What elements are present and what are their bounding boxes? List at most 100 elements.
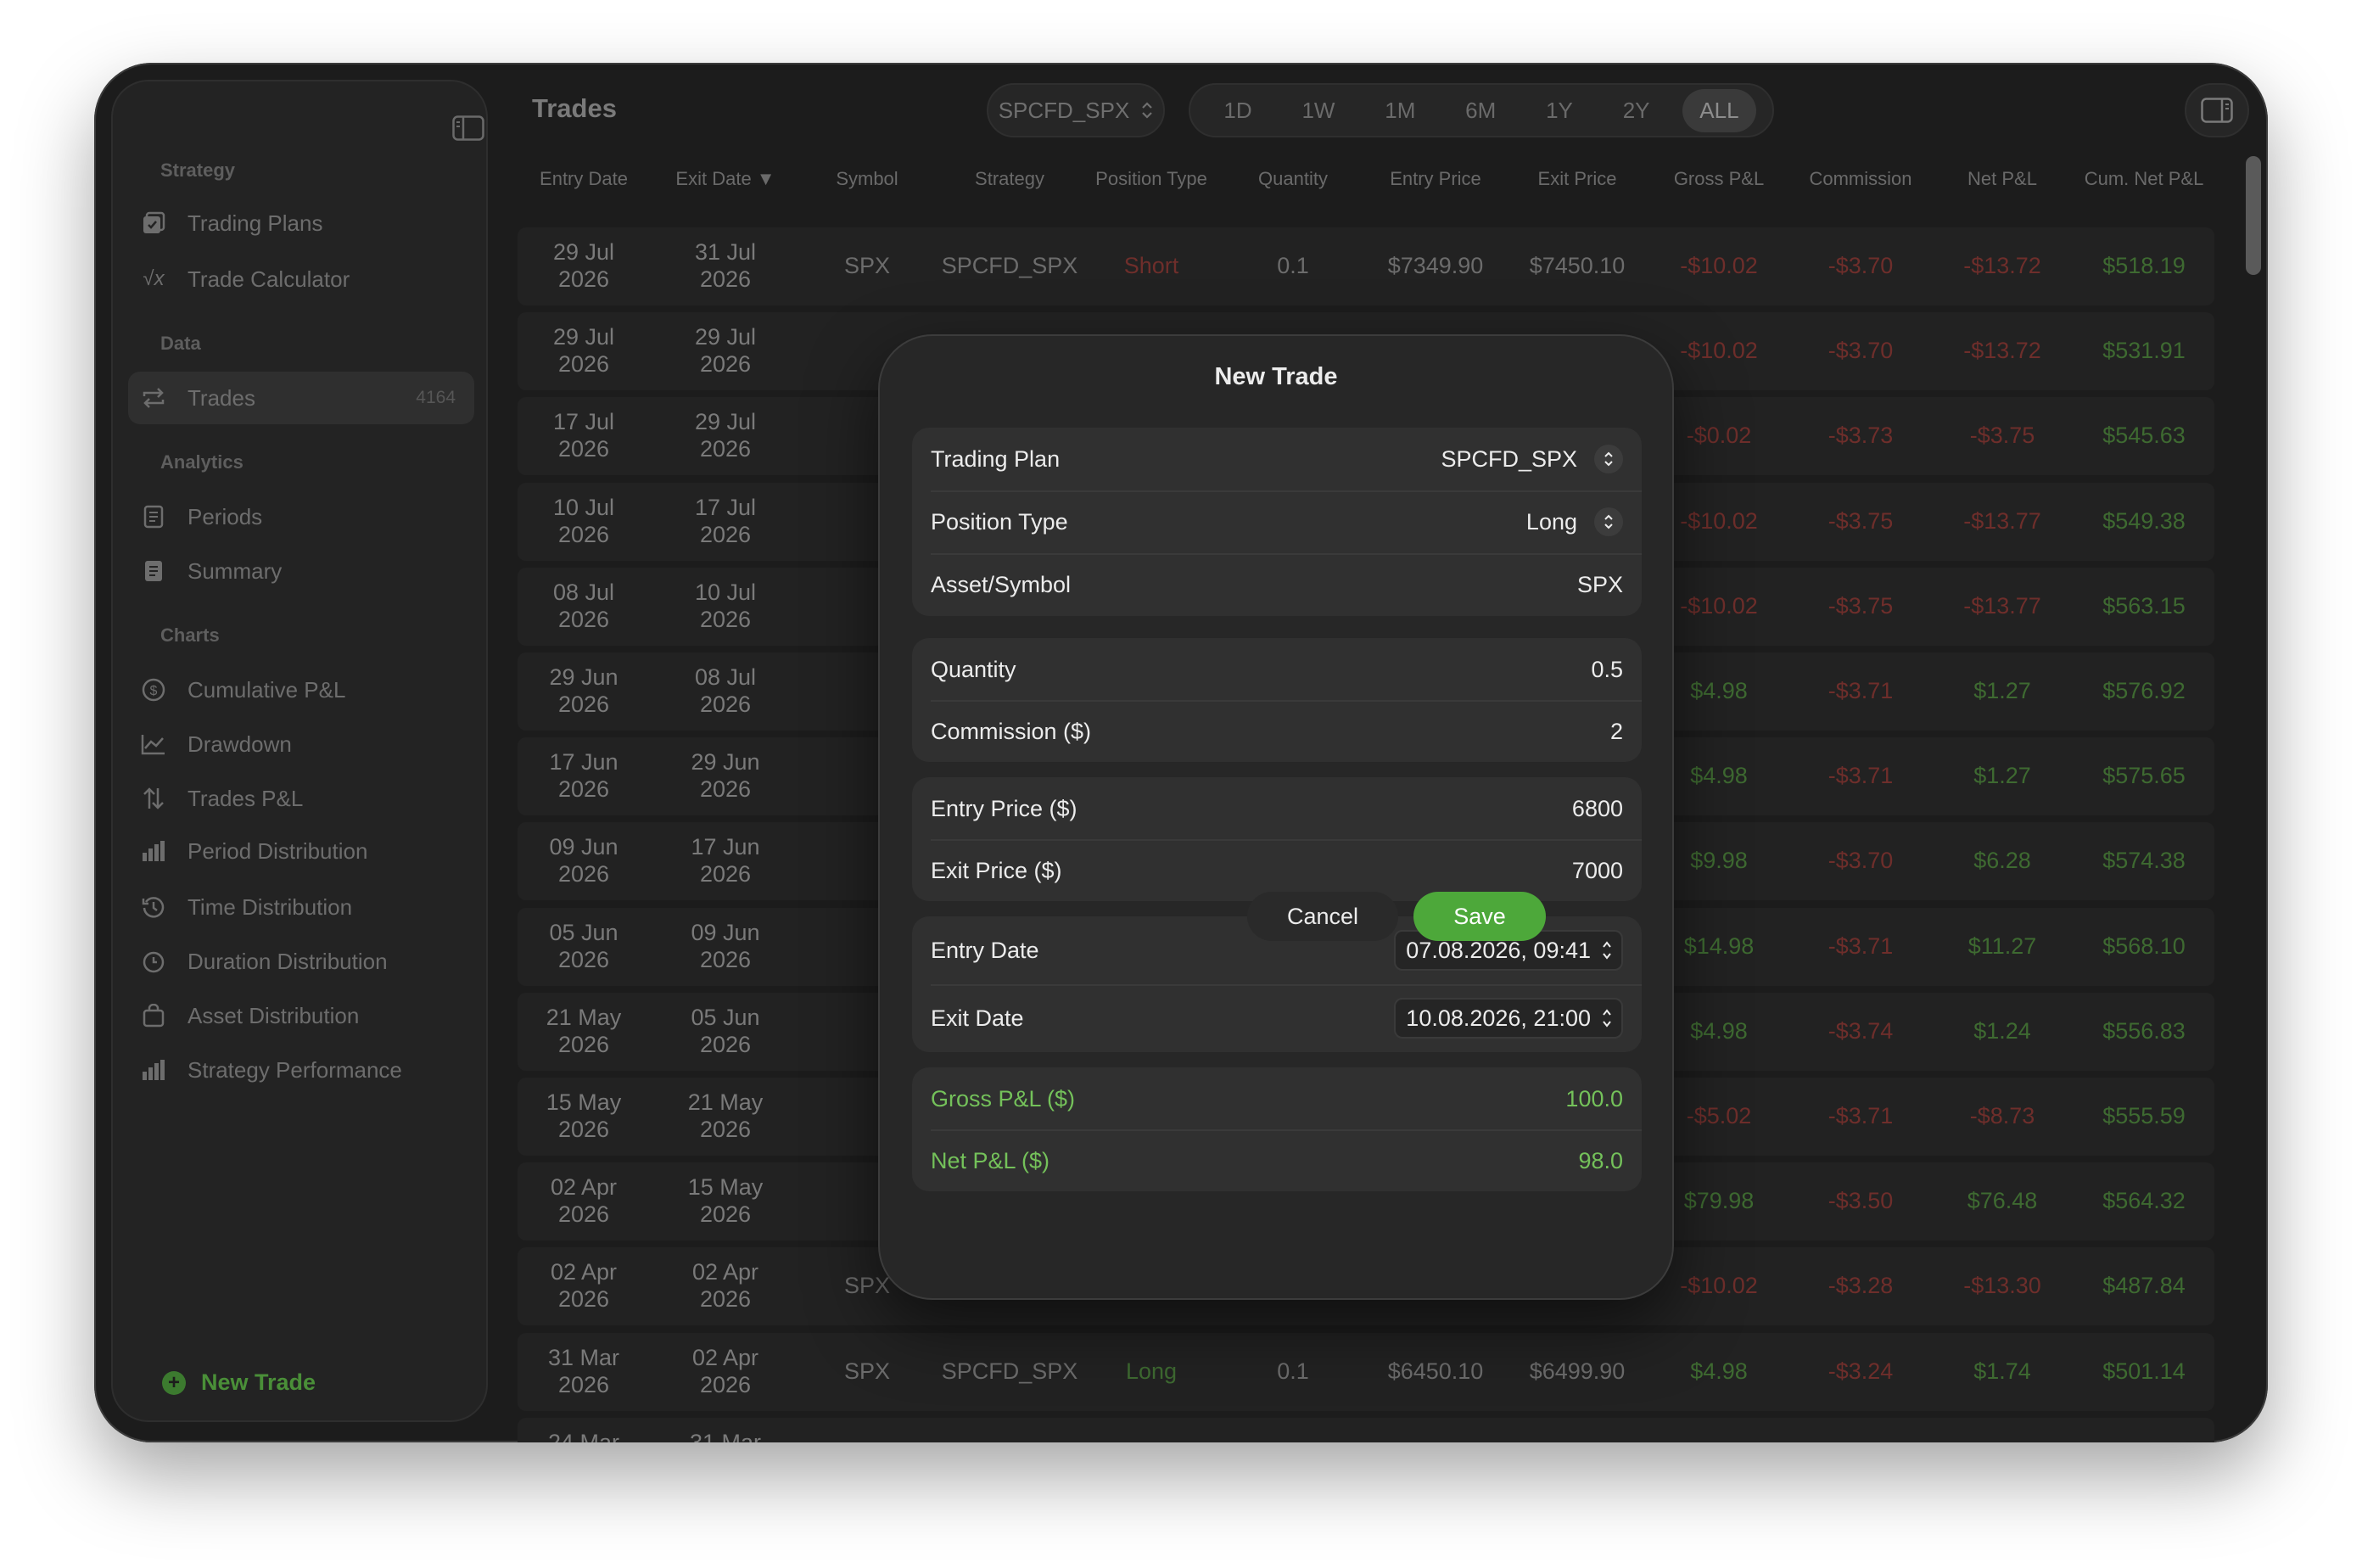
column-header[interactable]: Exit Price	[1538, 168, 1617, 190]
sidebar-item-trades-pnl[interactable]: Trades P&L	[113, 772, 462, 825]
entry-date-year: 2026	[557, 1286, 610, 1313]
exit-date-year: 2026	[699, 436, 752, 462]
date-stepper-icon[interactable]	[1601, 1007, 1613, 1029]
asset-symbol-field[interactable]: SPX	[1577, 572, 1623, 598]
sidebar-item-trading-plans[interactable]: Trading Plans	[113, 197, 462, 249]
column-header[interactable]: Gross P&L	[1674, 168, 1764, 190]
sidebar-item-duration-distribution[interactable]: Duration Distribution	[113, 935, 462, 988]
range-1y[interactable]: 1Y	[1529, 89, 1590, 132]
exit-date-day: 29 Jun	[691, 749, 760, 776]
gross-cell: $4.98	[1690, 1017, 1748, 1044]
exit-price-field[interactable]: 7000	[1572, 858, 1623, 884]
entry-date-year: 2026	[557, 1201, 610, 1228]
commission-field[interactable]: 2	[1610, 719, 1623, 745]
quantity-field[interactable]: 0.5	[1591, 657, 1623, 683]
table-row[interactable]: 24 Mar 31 Mar	[518, 1417, 2214, 1442]
range-2y[interactable]: 2Y	[1606, 89, 1667, 132]
gross-cell: $4.98	[1690, 678, 1748, 703]
new-trade-dialog: New Trade Trading Plan SPCFD_SPX Positio…	[878, 334, 1674, 1300]
table-row[interactable]: 29 Jul 2026 31 Jul 2026 SPX SPCFD_SPX Short 0.1…	[518, 227, 2214, 305]
cum-cell: $501.14	[2102, 1358, 2186, 1384]
sidebar-item-label: Trades P&L	[188, 785, 304, 811]
table-scrollbar[interactable]	[2246, 156, 2261, 275]
date-stepper-icon[interactable]	[1601, 939, 1613, 961]
sidebar-item-trade-calculator[interactable]: √x Trade Calculator	[113, 253, 462, 305]
table-row[interactable]: 31 Mar 2026 02 Apr 2026 SPX SPCFD_SPX Long 0.1 $…	[518, 1332, 2214, 1411]
net-cell: $1.24	[1973, 1017, 2031, 1044]
gross-cell: $9.98	[1690, 848, 1748, 874]
exit-date-year: 2026	[699, 776, 752, 803]
column-header[interactable]: Net P&L	[1967, 168, 2037, 190]
column-header[interactable]: Strategy	[975, 168, 1044, 190]
column-header[interactable]: Quantity	[1258, 168, 1328, 190]
entry-date-year: 2026	[557, 1117, 610, 1142]
range-all[interactable]: ALL	[1682, 88, 1756, 132]
commission-cell: -$3.75	[1827, 507, 1894, 534]
entry-date-cell: 10 Jul 2026	[553, 494, 614, 548]
column-header[interactable]: Position Type	[1095, 168, 1207, 190]
gross-pnl-row: Gross P&L ($) 100.0	[912, 1067, 1642, 1130]
range-1d[interactable]: 1D	[1206, 89, 1268, 132]
sidebar-item-drawdown[interactable]: Drawdown	[113, 718, 462, 770]
range-1m[interactable]: 1M	[1368, 89, 1432, 132]
net-cell: -$13.77	[1963, 507, 2041, 534]
sidebar-item-time-distribution[interactable]: Time Distribution	[113, 881, 462, 933]
exit-date-day: 29 Jul	[694, 324, 757, 350]
column-header[interactable]: Entry Date	[540, 168, 628, 190]
sidebar-item-cumulative-pnl[interactable]: $ Cumulative P&L	[113, 664, 462, 716]
new-trade-button[interactable]: + New Trade	[162, 1369, 316, 1396]
sidebar-item-summary[interactable]: Summary	[113, 545, 462, 597]
cum-cell: $518.19	[2102, 253, 2186, 278]
exit-date-cell: 09 Jun 2026	[691, 919, 759, 973]
column-header[interactable]: Symbol	[836, 168, 898, 190]
range-6m[interactable]: 6M	[1448, 89, 1513, 132]
summary-icon	[140, 557, 167, 585]
sidebar-item-label: Trade Calculator	[188, 266, 350, 292]
column-header[interactable]: Exit Date ▼	[675, 168, 775, 190]
gross-cell: -$10.02	[1680, 253, 1758, 278]
gross-cell: -$10.02	[1680, 592, 1758, 619]
entry-date-cell: 21 May 2026	[546, 1004, 622, 1058]
sidebar-section-analytics: Analytics	[160, 451, 243, 473]
trading-plan-select[interactable]: SPCFD_SPX	[1441, 446, 1577, 473]
cancel-button[interactable]: Cancel	[1247, 892, 1398, 941]
trading-plan-row[interactable]: Trading Plan SPCFD_SPX	[912, 428, 1642, 490]
exit-date-cell: 17 Jun 2026	[691, 833, 759, 888]
sidebar-item-period-distribution[interactable]: Period Distribution	[113, 825, 462, 877]
sidebar-item-periods[interactable]: Periods	[113, 490, 462, 543]
net-cell: -$3.75	[1969, 423, 2035, 449]
trading-plan-filter-value: SPCFD_SPX	[998, 97, 1130, 123]
time-range-selector: 1D 1W 1M 6M 1Y 2Y ALL	[1189, 83, 1774, 137]
column-header[interactable]: Commission	[1809, 168, 1911, 190]
commission-cell: -$3.74	[1827, 1017, 1894, 1044]
save-button[interactable]: Save	[1413, 892, 1546, 941]
exit-date-cell: 02 Apr 2026	[692, 1344, 758, 1398]
entry-date-day: 05 Jun	[549, 919, 618, 945]
strategy-cell: SPCFD_SPX	[941, 1358, 1078, 1384]
entry-date-year: 2026	[557, 692, 610, 717]
entry-date-cell: 09 Jun 2026	[549, 833, 618, 888]
entry-date-year: 2026	[557, 776, 610, 803]
commission-cell: -$3.70	[1827, 253, 1894, 278]
sidebar-toggle-icon[interactable]	[452, 115, 484, 141]
entry-price-field[interactable]: 6800	[1572, 796, 1623, 822]
exit-date-picker[interactable]: 10.08.2026, 21:00	[1394, 998, 1623, 1039]
position-type-select[interactable]: Long	[1526, 509, 1577, 535]
column-header[interactable]: Cum. Net P&L	[2085, 168, 2204, 190]
sidebar-item-trades[interactable]: Trades 4164	[128, 372, 474, 424]
column-header[interactable]: Entry Price	[1390, 168, 1481, 190]
position-type-row[interactable]: Position Type Long	[912, 490, 1642, 553]
sidebar-item-label: Summary	[188, 557, 283, 584]
position-cell: Short	[1123, 253, 1179, 278]
sidebar-item-strategy-performance[interactable]: Strategy Performance	[113, 1044, 462, 1096]
trading-plan-filter[interactable]: SPCFD_SPX	[987, 83, 1165, 137]
gross-cell: $14.98	[1683, 932, 1755, 959]
exit-date-year: 2026	[699, 1031, 752, 1057]
net-cell: $1.27	[1973, 678, 2031, 703]
sidebar-item-asset-distribution[interactable]: Asset Distribution	[113, 989, 462, 1042]
inspector-toggle-button[interactable]	[2185, 83, 2249, 137]
range-1w[interactable]: 1W	[1285, 89, 1352, 132]
commission-cell: -$3.71	[1827, 1103, 1894, 1128]
entry-date-year: 2026	[557, 861, 610, 888]
chevron-up-down-icon	[1142, 102, 1153, 119]
